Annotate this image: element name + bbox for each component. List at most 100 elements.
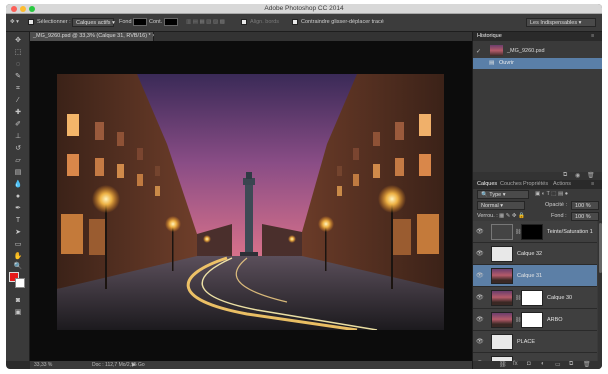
lasso-tool-icon[interactable]: ◌ (11, 60, 25, 69)
layer-row[interactable]: 👁 ⛓ Calque 30 (473, 287, 597, 309)
tab-history[interactable]: Historique (477, 33, 502, 39)
align-edges-checkbox[interactable] (241, 19, 247, 25)
filter-type-dropdown[interactable]: 🔍 Type ▾ (477, 190, 529, 199)
eraser-tool-icon[interactable]: ▱ (11, 156, 25, 165)
link-layers-icon[interactable]: ⛓ (499, 361, 507, 368)
quick-mask-icon[interactable]: ◙ (11, 296, 25, 305)
visibility-eye-icon[interactable]: 👁 (476, 250, 484, 257)
zoom-level[interactable]: 33,33 % (34, 362, 52, 368)
layer-mask-thumbnail[interactable] (521, 312, 543, 328)
auto-select-checkbox[interactable] (28, 19, 34, 25)
new-layer-icon[interactable]: ⧉ (569, 361, 573, 368)
document-state-icon: ▤ (489, 60, 495, 66)
dodge-tool-icon[interactable]: ● (11, 192, 25, 201)
layer-row-selected[interactable]: 👁 Calque 31 (473, 265, 597, 287)
layer-thumbnail (491, 290, 513, 306)
trash-icon[interactable]: 🗑 (587, 172, 595, 179)
pen-tool-icon[interactable]: ✒ (11, 204, 25, 213)
scrollbar-thumb[interactable] (599, 223, 602, 273)
select-value: Calques actifs (76, 20, 111, 26)
lock-icons[interactable]: ▦ ✎ ✥ 🔒 (499, 213, 525, 219)
blur-tool-icon[interactable]: 💧 (11, 180, 25, 189)
visibility-eye-icon[interactable]: 👁 (476, 316, 484, 323)
panel-menu-icon[interactable]: ≡ (591, 33, 594, 39)
layers-menu-icon[interactable]: ≡ (591, 181, 594, 187)
layer-style-icon[interactable]: fx (513, 361, 518, 367)
filter-type-value: Type (489, 192, 502, 198)
healing-brush-tool-icon[interactable]: ✚ (11, 108, 25, 117)
tab-channels[interactable]: Couches (500, 181, 522, 187)
camera-icon[interactable]: ◉ (575, 172, 580, 179)
move-tool-icon[interactable]: ✥ ▾ (10, 19, 19, 25)
zoom-tool-icon[interactable]: 🔍 (11, 262, 25, 271)
layer-name: Calque 30 (547, 295, 573, 301)
adjustment-layer-icon[interactable]: ◐ (541, 361, 545, 367)
fill-opacity-field[interactable]: 100 % (571, 212, 599, 221)
history-brush-tool-icon[interactable]: ↺ (11, 144, 25, 153)
title-bar: Adobe Photoshop CC 2014 (6, 4, 602, 14)
visibility-eye-icon[interactable]: 👁 (476, 294, 484, 301)
visibility-eye-icon[interactable]: 👁 (476, 272, 484, 279)
layer-thumbnail (491, 246, 513, 262)
contour-swatch[interactable] (164, 18, 178, 26)
move-tool-icon[interactable]: ✥ (11, 36, 25, 45)
layer-row[interactable]: 👁 ⛓ Teinte/Saturation 1 (473, 221, 597, 243)
background-color-swatch[interactable] (15, 278, 25, 288)
opacity-field[interactable]: 100 % (571, 201, 599, 210)
filter-icons[interactable]: ▣ ◐ T ⬚ ▤ ● (535, 191, 568, 197)
layer-row[interactable]: 👁 ⛓ ARBO (473, 309, 597, 331)
new-doc-from-state-icon[interactable]: ⧉ (563, 172, 567, 179)
constrain-checkbox[interactable] (292, 19, 298, 25)
tools-panel: ✥ ⬚ ◌ ✎ ⌗ ⁄ ✚ ✐ ⊥ ↺ ▱ ▤ 💧 ● ✒ T ➤ ▭ ✋ 🔍 … (6, 32, 30, 361)
layers-panel-header: Calques Couches Propriétés Actions ≡ (473, 180, 602, 189)
snapshot-brush-icon[interactable]: ✓ (476, 48, 484, 55)
layers-list: 👁 ⛓ Teinte/Saturation 1 👁 Calque 32 👁 Ca… (473, 221, 602, 361)
crop-tool-icon[interactable]: ⌗ (11, 84, 25, 93)
layers-scrollbar[interactable] (598, 221, 602, 361)
layer-row[interactable]: 👁 PLACE (473, 331, 597, 353)
layer-name: Teinte/Saturation 1 (547, 229, 593, 235)
layer-mask-thumbnail[interactable] (521, 290, 543, 306)
history-state-open[interactable]: ▤ Ouvrir (473, 58, 602, 69)
layer-row[interactable]: 👁 1 (473, 353, 597, 361)
lock-label: Verrou. : (477, 213, 498, 219)
align-icons[interactable]: ▥ ▤ ▦ ▧ ▨ ▩ (186, 19, 225, 25)
select-dropdown[interactable]: Calques actifs ▾ (72, 18, 115, 27)
marquee-tool-icon[interactable]: ⬚ (11, 48, 25, 57)
document-tab[interactable]: _MG_9260.psd @ 33,3% (Calque 31, RVB/16)… (30, 32, 155, 41)
brush-tool-icon[interactable]: ✐ (11, 120, 25, 129)
opacity-value: 100 % (575, 203, 591, 209)
fill-opacity-value: 100 % (575, 214, 591, 220)
visibility-eye-icon[interactable]: 👁 (476, 228, 484, 235)
status-menu-arrow-icon[interactable]: ▶ (132, 362, 136, 368)
workspace-dropdown[interactable]: Les Indispensables ▾ (526, 18, 596, 27)
screen-mode-icon[interactable]: ▣ (11, 308, 25, 317)
align-edges-label: Align. bords (250, 19, 280, 25)
visibility-eye-icon[interactable]: 👁 (476, 338, 484, 345)
canvas-area[interactable] (30, 41, 472, 361)
options-bar: ✥ ▾ Sélectionner : Calques actifs ▾ Fond… (6, 14, 602, 32)
eyedropper-tool-icon[interactable]: ⁄ (11, 96, 25, 105)
tab-properties[interactable]: Propriétés (523, 181, 548, 187)
delete-layer-icon[interactable]: 🗑 (583, 361, 591, 368)
clone-stamp-tool-icon[interactable]: ⊥ (11, 132, 25, 141)
history-snapshot[interactable]: ✓ _MG_9260.psd (473, 44, 602, 58)
blend-mode-dropdown[interactable]: Normal ▾ (477, 201, 525, 210)
quick-select-tool-icon[interactable]: ✎ (11, 72, 25, 81)
document-tab-title: _MG_9260.psd @ 33,3% (Calque 31, RVB/16)… (33, 33, 151, 39)
path-select-tool-icon[interactable]: ➤ (11, 228, 25, 237)
shape-tool-icon[interactable]: ▭ (11, 240, 25, 249)
layer-mask-thumbnail[interactable] (521, 224, 543, 240)
tab-layers[interactable]: Calques (477, 181, 497, 187)
gradient-tool-icon[interactable]: ▤ (11, 168, 25, 177)
type-tool-icon[interactable]: T (11, 216, 25, 225)
layer-row[interactable]: 👁 Calque 32 (473, 243, 597, 265)
hand-tool-icon[interactable]: ✋ (11, 252, 25, 261)
tab-actions[interactable]: Actions (553, 181, 571, 187)
add-mask-icon[interactable]: ◘ (527, 361, 531, 367)
adjustment-layer-icon (491, 224, 513, 240)
place-vendome-photo (57, 74, 444, 330)
window-title: Adobe Photoshop CC 2014 (264, 5, 344, 12)
fill-swatch[interactable] (133, 18, 147, 26)
new-group-icon[interactable]: ▭ (555, 361, 561, 368)
